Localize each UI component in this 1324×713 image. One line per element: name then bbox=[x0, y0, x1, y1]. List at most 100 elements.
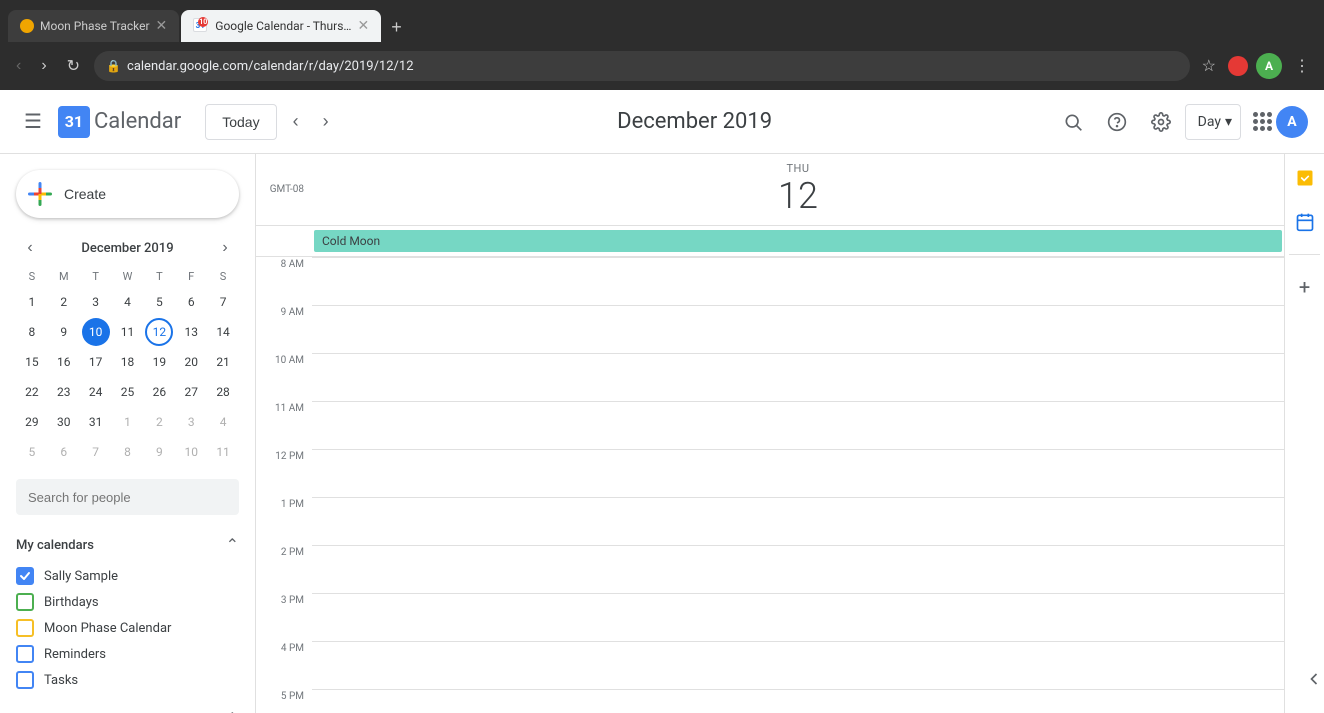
tasks-icon[interactable] bbox=[1289, 162, 1321, 194]
other-calendars-toggle[interactable]: ⌃ bbox=[226, 709, 239, 713]
calendar-right-icon[interactable] bbox=[1289, 206, 1321, 238]
calendar-checkbox[interactable] bbox=[16, 671, 34, 689]
next-button[interactable]: › bbox=[315, 103, 337, 140]
mini-cal-day[interactable]: 7 bbox=[82, 438, 110, 466]
mini-cal-day[interactable]: 22 bbox=[18, 378, 46, 406]
time-slot[interactable] bbox=[312, 497, 1284, 545]
mini-cal-day[interactable]: 9 bbox=[50, 318, 78, 346]
time-slot[interactable] bbox=[312, 305, 1284, 353]
time-slot[interactable] bbox=[312, 689, 1284, 713]
menu-button[interactable]: ☰ bbox=[16, 101, 50, 142]
mini-cal-day[interactable]: 26 bbox=[145, 378, 173, 406]
time-slot[interactable] bbox=[312, 641, 1284, 689]
mini-cal-day[interactable]: 21 bbox=[209, 348, 237, 376]
mini-cal-day[interactable]: 30 bbox=[50, 408, 78, 436]
mini-cal-day[interactable]: 1 bbox=[113, 408, 141, 436]
extension-icon[interactable] bbox=[1228, 56, 1248, 76]
view-selector[interactable]: Day ▾ bbox=[1185, 104, 1241, 140]
mini-cal-day[interactable]: 18 bbox=[113, 348, 141, 376]
browser-menu-button[interactable]: ⋮ bbox=[1290, 52, 1314, 80]
mini-cal-day[interactable]: 5 bbox=[145, 288, 173, 316]
my-calendars-header[interactable]: My calendars ⌃ bbox=[16, 535, 239, 555]
mini-cal-day[interactable]: 4 bbox=[113, 288, 141, 316]
mini-cal-day[interactable]: 4 bbox=[209, 408, 237, 436]
tab-close-icon[interactable]: ✕ bbox=[156, 18, 168, 34]
mini-cal-day[interactable]: 17 bbox=[82, 348, 110, 376]
mini-cal-day[interactable]: 31 bbox=[82, 408, 110, 436]
calendar-item[interactable]: Sally Sample bbox=[16, 563, 239, 589]
mini-cal-day[interactable]: 12 bbox=[145, 318, 173, 346]
waffle-menu-button[interactable] bbox=[1253, 112, 1272, 131]
mini-cal-day-header: W bbox=[112, 266, 144, 287]
mini-cal-day[interactable]: 14 bbox=[209, 318, 237, 346]
calendar-item[interactable]: Reminders bbox=[16, 641, 239, 667]
mini-cal-day[interactable]: 23 bbox=[50, 378, 78, 406]
address-bar[interactable]: 🔒 calendar.google.com/calendar/r/day/201… bbox=[94, 51, 1190, 81]
time-slot[interactable] bbox=[312, 353, 1284, 401]
mini-cal-day[interactable]: 11 bbox=[113, 318, 141, 346]
mini-cal-day[interactable]: 3 bbox=[177, 408, 205, 436]
mini-cal-day[interactable]: 3 bbox=[82, 288, 110, 316]
settings-button[interactable] bbox=[1141, 102, 1181, 142]
time-slot[interactable] bbox=[312, 401, 1284, 449]
mini-cal-day[interactable]: 13 bbox=[177, 318, 205, 346]
mini-cal-day[interactable]: 10 bbox=[177, 438, 205, 466]
bookmark-button[interactable]: ☆ bbox=[1198, 52, 1220, 80]
mini-cal-next-button[interactable]: › bbox=[211, 234, 239, 262]
mini-cal-day[interactable]: 11 bbox=[209, 438, 237, 466]
tab-close-calendar-icon[interactable]: ✕ bbox=[358, 18, 370, 34]
reload-button[interactable]: ↻ bbox=[61, 52, 86, 80]
mini-cal-day[interactable]: 10 bbox=[82, 318, 110, 346]
mini-cal-day[interactable]: 27 bbox=[177, 378, 205, 406]
cold-moon-event[interactable]: Cold Moon bbox=[314, 230, 1282, 252]
mini-cal-day[interactable]: 8 bbox=[113, 438, 141, 466]
mini-cal-prev-button[interactable]: ‹ bbox=[16, 234, 44, 262]
mini-cal-day[interactable]: 1 bbox=[18, 288, 46, 316]
mini-cal-day[interactable]: 8 bbox=[18, 318, 46, 346]
mini-cal-day[interactable]: 24 bbox=[82, 378, 110, 406]
calendar-checkbox[interactable] bbox=[16, 645, 34, 663]
browser-profile[interactable]: A bbox=[1256, 53, 1282, 79]
other-calendars-header[interactable]: Other calendars + ⌃ bbox=[16, 709, 239, 713]
mini-cal-day[interactable]: 29 bbox=[18, 408, 46, 436]
forward-button[interactable]: › bbox=[35, 53, 52, 79]
calendar-checkbox[interactable] bbox=[16, 593, 34, 611]
calendar-checkbox[interactable] bbox=[16, 567, 34, 585]
calendar-item[interactable]: Tasks bbox=[16, 667, 239, 693]
search-people-input[interactable] bbox=[16, 479, 239, 515]
new-tab-button[interactable]: + bbox=[387, 13, 406, 42]
mini-cal-day[interactable]: 28 bbox=[209, 378, 237, 406]
time-slot[interactable] bbox=[312, 449, 1284, 497]
time-slot[interactable] bbox=[312, 545, 1284, 593]
profile-button[interactable]: A bbox=[1276, 106, 1308, 138]
mini-cal-day[interactable]: 5 bbox=[18, 438, 46, 466]
create-button[interactable]: Create bbox=[16, 170, 239, 218]
my-calendars-toggle[interactable]: ⌃ bbox=[226, 535, 239, 555]
mini-cal-day[interactable]: 2 bbox=[50, 288, 78, 316]
mini-cal-day[interactable]: 2 bbox=[145, 408, 173, 436]
mini-cal-day[interactable]: 25 bbox=[113, 378, 141, 406]
search-button[interactable] bbox=[1053, 102, 1093, 142]
calendar-checkbox[interactable] bbox=[16, 619, 34, 637]
help-button[interactable] bbox=[1097, 102, 1137, 142]
mini-cal-day[interactable]: 15 bbox=[18, 348, 46, 376]
time-slot[interactable] bbox=[312, 257, 1284, 305]
back-button[interactable]: ‹ bbox=[10, 53, 27, 79]
mini-cal-header: ‹ December 2019 › bbox=[16, 234, 239, 262]
expand-right-button[interactable]: + bbox=[1289, 271, 1321, 303]
mini-cal-day[interactable]: 19 bbox=[145, 348, 173, 376]
time-slot[interactable] bbox=[312, 593, 1284, 641]
calendar-item[interactable]: Moon Phase Calendar bbox=[16, 615, 239, 641]
today-button[interactable]: Today bbox=[205, 104, 276, 140]
calendar-item[interactable]: Birthdays bbox=[16, 589, 239, 615]
mini-cal-day[interactable]: 9 bbox=[145, 438, 173, 466]
prev-button[interactable]: ‹ bbox=[285, 103, 307, 140]
tab-google-calendar[interactable]: 10 31 Google Calendar - Thursday, D... ✕ bbox=[181, 10, 381, 42]
mini-cal-day[interactable]: 20 bbox=[177, 348, 205, 376]
mini-cal-day[interactable]: 7 bbox=[209, 288, 237, 316]
collapse-right-button[interactable] bbox=[1304, 669, 1324, 693]
mini-cal-day[interactable]: 16 bbox=[50, 348, 78, 376]
tab-moon-phase[interactable]: Moon Phase Tracker ✕ bbox=[8, 10, 179, 42]
mini-cal-day[interactable]: 6 bbox=[177, 288, 205, 316]
mini-cal-day[interactable]: 6 bbox=[50, 438, 78, 466]
